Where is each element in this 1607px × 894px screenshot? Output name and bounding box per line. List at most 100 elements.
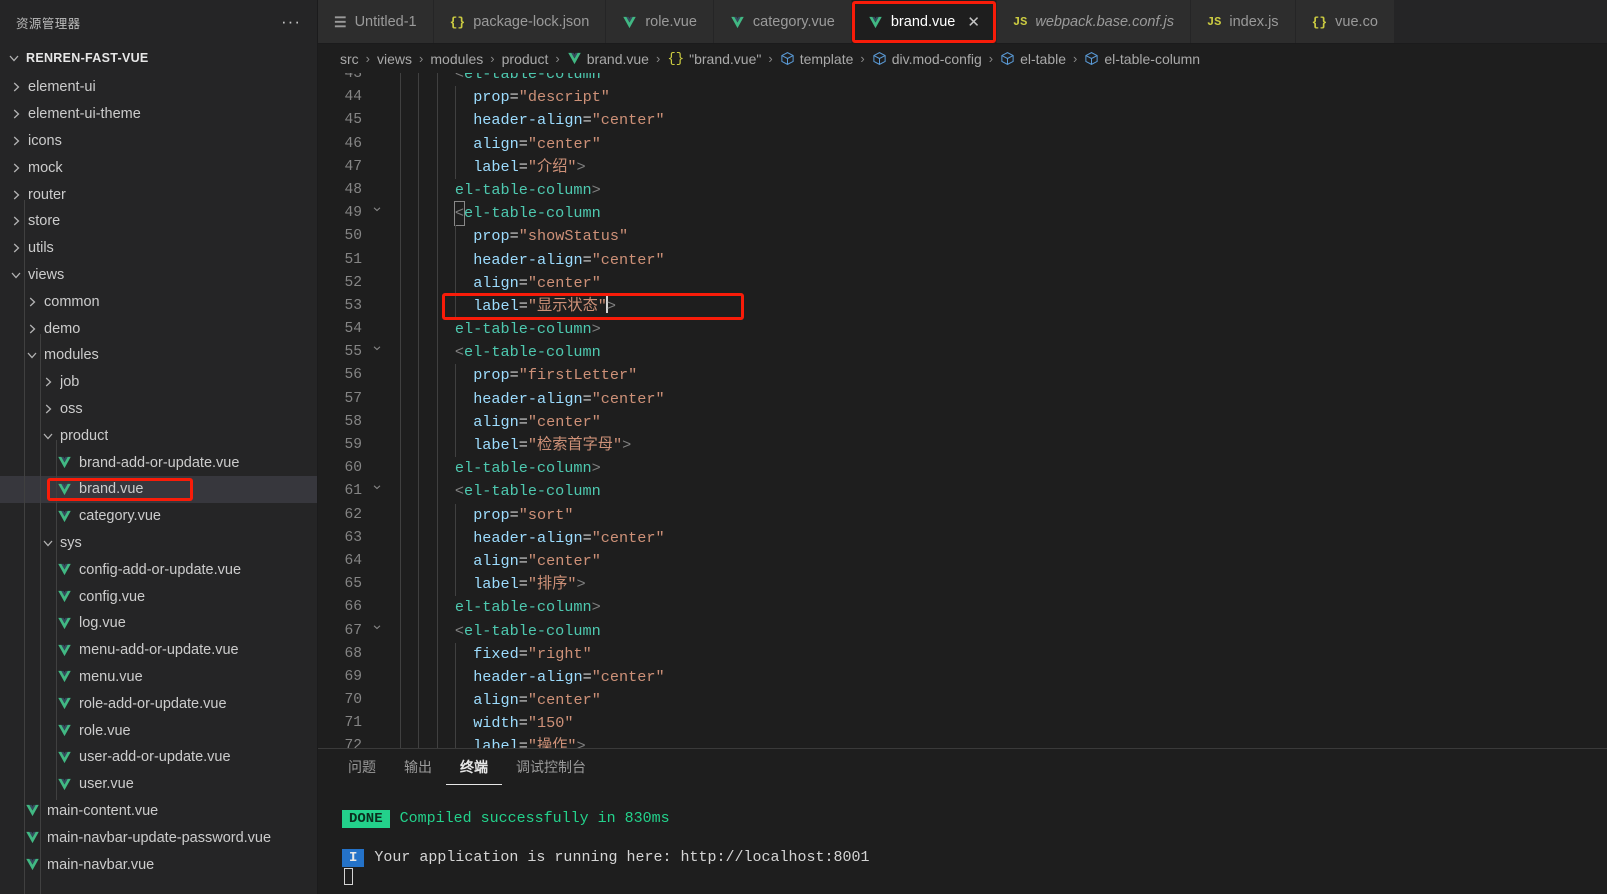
code-line-68[interactable]: 68 fixed="right" (318, 642, 1607, 666)
tree-folder-element-ui-theme[interactable]: element-ui-theme (0, 101, 317, 128)
breadcrumb-item-modules[interactable]: modules (430, 51, 483, 67)
code-line-47[interactable]: 47 label="介绍"> (318, 155, 1607, 179)
tree-folder-mock[interactable]: mock (0, 154, 317, 181)
code-line-59[interactable]: 59 label="检索首字母"> (318, 434, 1607, 458)
tree-file-main-navbar.vue[interactable]: main-navbar.vue (0, 851, 317, 878)
tree-file-config-add-or-update.vue[interactable]: config-add-or-update.vue (0, 556, 317, 583)
file-tree[interactable]: element-ui element-ui-theme icons mock route… (0, 72, 317, 894)
tree-file-role-add-or-update.vue[interactable]: role-add-or-update.vue (0, 690, 317, 717)
more-actions-icon[interactable]: ··· (277, 13, 305, 30)
code-line-57[interactable]: 57 header-align="center" (318, 387, 1607, 411)
code-line-49[interactable]: 49 <el-table-column (318, 201, 1607, 227)
close-icon[interactable]: ✕ (967, 15, 980, 30)
tree-folder-sys[interactable]: sys (0, 530, 317, 557)
code-line-63[interactable]: 63 header-align="center" (318, 526, 1607, 550)
fold-chevron-down-icon[interactable] (366, 73, 388, 86)
tree-folder-router[interactable]: router (0, 181, 317, 208)
tree-file-main-navbar-update-password.vue[interactable]: main-navbar-update-password.vue (0, 824, 317, 851)
breadcrumb-item-el-table-column[interactable]: el-table-column (1084, 51, 1200, 67)
code-line-70[interactable]: 70 align="center" (318, 689, 1607, 713)
editor-tab-webpack.base.conf.js[interactable]: JS webpack.base.conf.js (996, 0, 1191, 43)
editor-tab-vue.co[interactable]: {} vue.co (1295, 0, 1395, 43)
panel-tab-bar[interactable]: 问题 输出 终端 调试控制台 (318, 749, 1607, 785)
tree-folder-common[interactable]: common (0, 288, 317, 315)
tree-file-log.vue[interactable]: log.vue (0, 610, 317, 637)
code-line-55[interactable]: 55 <el-table-column (318, 341, 1607, 365)
code-line-67[interactable]: 67 <el-table-column (318, 619, 1607, 643)
panel-tab-0[interactable]: 问题 (334, 749, 390, 785)
fold-chevron-down-icon[interactable] (366, 620, 388, 643)
tree-file-menu-add-or-update.vue[interactable]: menu-add-or-update.vue (0, 637, 317, 664)
code-line-56[interactable]: 56 prop="firstLetter" (318, 364, 1607, 388)
tree-file-main-content.vue[interactable]: main-content.vue (0, 798, 317, 825)
code-indent-guide (454, 86, 456, 110)
tree-file-config.vue[interactable]: config.vue (0, 583, 317, 610)
tree-file-menu.vue[interactable]: menu.vue (0, 664, 317, 691)
tree-file-user.vue[interactable]: user.vue (0, 771, 317, 798)
code-line-52[interactable]: 52 align="center" (318, 271, 1607, 295)
code-line-69[interactable]: 69 header-align="center" (318, 665, 1607, 690)
tree-file-brand.vue[interactable]: brand.vue (0, 475, 317, 503)
breadcrumb-item-brand.vue[interactable]: brand.vue (567, 51, 649, 67)
fold-chevron-down-icon[interactable] (366, 341, 388, 364)
tree-folder-oss[interactable]: oss (0, 396, 317, 423)
breadcrumb-item-div.mod-config[interactable]: div.mod-config (872, 51, 982, 67)
tree-folder-icons[interactable]: icons (0, 128, 317, 155)
panel-tab-3[interactable]: 调试控制台 (502, 749, 600, 785)
code-line-48[interactable]: 48 el-table-column> (318, 178, 1607, 203)
code-line-58[interactable]: 58 align="center" (318, 410, 1607, 434)
editor-tab-category.vue[interactable]: category.vue (713, 0, 852, 43)
code-line-50[interactable]: 50 prop="showStatus" (318, 225, 1607, 249)
breadcrumb-item-template[interactable]: template (780, 50, 854, 67)
code-indent-guide (454, 155, 456, 179)
editor-tab-brand.vue[interactable]: brand.vue ✕ (851, 0, 997, 43)
editor-tab-role.vue[interactable]: role.vue (606, 0, 714, 43)
editor-tab-bar[interactable]: ☰ Untitled-1 {} package-lock.json role.vue ca… (318, 0, 1607, 44)
breadcrumb-label: template (799, 50, 854, 67)
code-line-54[interactable]: 54 el-table-column> (318, 318, 1607, 342)
tree-file-user-add-or-update.vue[interactable]: user-add-or-update.vue (0, 744, 317, 771)
tree-folder-element-ui[interactable]: element-ui (0, 74, 317, 101)
tree-file-brand-add-or-update.vue[interactable]: brand-add-or-update.vue (0, 449, 317, 476)
code-line-66[interactable]: 66 el-table-column> (318, 596, 1607, 620)
editor-tab-Untitled-1[interactable]: ☰ Untitled-1 (318, 0, 434, 43)
panel-tab-1[interactable]: 输出 (390, 749, 446, 785)
code-line-65[interactable]: 65 label="排序"> (318, 573, 1607, 597)
code-line-71[interactable]: 71 width="150" (318, 712, 1607, 736)
editor-tab-index.js[interactable]: JS index.js (1190, 0, 1296, 43)
tree-folder-utils[interactable]: utils (0, 235, 317, 262)
code-line-46[interactable]: 46 align="center" (318, 132, 1607, 156)
panel-tab-2[interactable]: 终端 (446, 749, 502, 785)
code-line-53[interactable]: 53 label="显示状态"> (318, 292, 1607, 320)
tree-folder-job[interactable]: job (0, 369, 317, 396)
fold-chevron-down-icon[interactable] (366, 202, 388, 225)
tree-folder-product[interactable]: product (0, 422, 317, 449)
code-line-61[interactable]: 61 <el-table-column (318, 480, 1607, 504)
terminal-output[interactable]: DONE Compiled successfully in 830ms I Your … (318, 785, 1607, 894)
breadcrumb-item-product[interactable]: product (502, 51, 549, 67)
tree-folder-store[interactable]: store (0, 208, 317, 235)
tree-folder-views[interactable]: views (0, 262, 317, 289)
code-line-51[interactable]: 51 header-align="center" (318, 248, 1607, 272)
tree-file-role.vue[interactable]: role.vue (0, 717, 317, 744)
workspace-root-row[interactable]: RENREN-FAST-VUE (0, 44, 317, 72)
fold-chevron-down-icon[interactable] (366, 480, 388, 503)
code-content[interactable]: 43 <el-table-column 44 prop="descript" 45 hea… (318, 73, 1607, 748)
breadcrumb[interactable]: src › views › modules › product › brand.vue › {} "b… (318, 44, 1607, 73)
editor-tab-package-lock.json[interactable]: {} package-lock.json (433, 0, 607, 43)
breadcrumb-item-brand.vue[interactable]: {} "brand.vue" (667, 51, 761, 67)
code-line-64[interactable]: 64 align="center" (318, 549, 1607, 574)
breadcrumb-item-el-table[interactable]: el-table (1000, 51, 1066, 67)
breadcrumb-item-views[interactable]: views (377, 51, 412, 67)
code-line-60[interactable]: 60 el-table-column> (318, 457, 1607, 481)
code-line-72[interactable]: 72 label="操作"> (318, 735, 1607, 748)
code-line-62[interactable]: 62 prop="sort" (318, 503, 1607, 527)
tree-file-category.vue[interactable]: category.vue (0, 503, 317, 530)
code-editor[interactable]: 43 <el-table-column 44 prop="descript" 45 hea… (318, 73, 1607, 748)
tree-folder-demo[interactable]: demo (0, 315, 317, 342)
code-line-45[interactable]: 45 header-align="center" (318, 109, 1607, 133)
breadcrumb-item-src[interactable]: src (340, 51, 359, 67)
tree-folder-modules[interactable]: modules (0, 342, 317, 369)
code-line-43[interactable]: 43 <el-table-column (318, 73, 1607, 87)
code-line-44[interactable]: 44 prop="descript" (318, 86, 1607, 110)
